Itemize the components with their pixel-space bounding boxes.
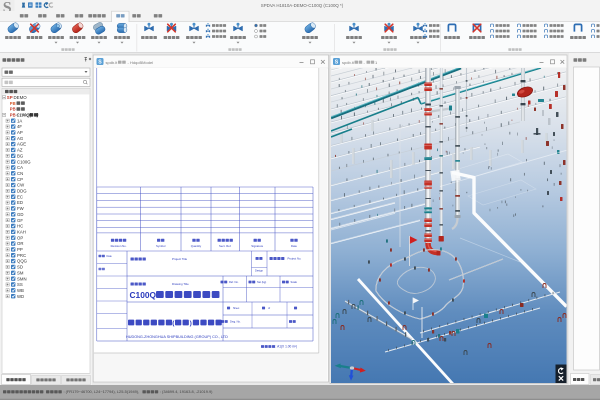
svg-text:): ) (190, 320, 192, 327)
svg-text:Sect. Ref.: Sect. Ref. (219, 244, 232, 248)
svg-text:Date: Date (107, 255, 113, 258)
svg-text:Signature: Signature (251, 244, 263, 248)
svg-text:Revision No.: Revision No. (111, 244, 127, 248)
svg-text:S: S (98, 59, 102, 65)
svg-text:SM: SM (17, 270, 24, 275)
svg-text:- HdqoBModel: - HdqoBModel (128, 60, 154, 65)
svg-text:S: S (335, 59, 339, 65)
svg-text:QQG: QQG (17, 259, 28, 264)
svg-text:4F: 4F (17, 124, 22, 129)
svg-text:of: of (268, 307, 270, 310)
svg-text:C100Q(: C100Q( (17, 112, 32, 117)
svg-text:: A1(X 1.00 m²): : A1(X 1.00 m²) (276, 345, 297, 349)
svg-text:Dwg. No.: Dwg. No. (230, 320, 241, 324)
svg-text:Design: Design (255, 269, 264, 273)
svg-text:OR: OR (17, 241, 23, 246)
svg-text:PB: PB (10, 107, 16, 112)
svg-text:: (FR179~46700, L24~17794), L2: : (FR179~46700, L24~17794), L25-5(1949), (63, 389, 139, 394)
svg-text:C100G: C100G (17, 159, 31, 164)
svg-text:: (34699.4, 19163.8, -21019.9): : (34699.4, 19163.8, -21019.9) (160, 389, 213, 394)
svg-text:Net (kg): Net (kg) (257, 280, 266, 284)
svg-text:Project No.: Project No. (288, 257, 302, 261)
svg-text:KAH: KAH (17, 229, 26, 234)
svg-text:SMN: SMN (17, 276, 27, 281)
svg-text:PRC: PRC (17, 253, 26, 258)
svg-text:Scale: Scale (291, 280, 298, 284)
svg-text:1A: 1A (17, 118, 22, 123)
svg-text:CP: CP (17, 177, 23, 182)
svg-text:AGE: AGE (17, 142, 26, 147)
svg-text:EC: EC (17, 194, 23, 199)
svg-text:PB: PB (10, 113, 16, 118)
svg-text:GF: GF (17, 218, 23, 223)
svg-text:SP: SP (7, 95, 13, 100)
svg-text:Quantity: Quantity (191, 244, 202, 248)
svg-text:DDG: DDG (17, 189, 27, 194)
svg-text:AG: AG (17, 136, 24, 141)
svg-text:BG: BG (17, 153, 24, 158)
svg-text:AP: AP (17, 130, 23, 135)
svg-text:HUDONG-ZHONGHUA SHIPBUILDING (: HUDONG-ZHONGHUA SHIPBUILDING (GROUP) CO.… (126, 335, 228, 339)
svg-text:CW: CW (17, 183, 25, 188)
svg-text:ED: ED (17, 200, 23, 205)
svg-text:SD: SD (17, 265, 23, 270)
svg-text:HC: HC (17, 224, 23, 229)
svg-text:CA: CA (17, 165, 23, 170)
svg-text:WD: WD (17, 294, 24, 299)
svg-text:SPDVA H1810A-DEMO-C100Q (C1: SPDVA H1810A-DEMO-C100Q (C100Q *) (261, 3, 344, 8)
svg-text:CN: CN (17, 171, 23, 176)
svg-text:OP: OP (17, 235, 23, 240)
svg-text:Project Title: Project Title (172, 257, 187, 261)
svg-text:PB: PB (10, 101, 16, 106)
svg-text:GD: GD (17, 212, 23, 217)
svg-text:FW: FW (17, 206, 25, 211)
svg-text:Ref. No.: Ref. No. (229, 280, 239, 284)
svg-text:Symbol: Symbol (156, 244, 166, 248)
svg-text:SS: SS (17, 282, 23, 287)
svg-text:AZ: AZ (17, 148, 23, 153)
svg-text:DEMO: DEMO (14, 95, 28, 100)
svg-text:C100Q: C100Q (130, 290, 157, 300)
svg-text:spdb.lt: spdb.lt (342, 60, 355, 65)
svg-text:spdb.lt: spdb.lt (106, 60, 119, 65)
svg-text:WB: WB (17, 288, 24, 293)
svg-text:Sheet: Sheet (233, 307, 240, 310)
svg-text:Drawing Title: Drawing Title (172, 282, 189, 286)
svg-text:Date: Date (291, 244, 297, 248)
svg-text:PP: PP (17, 247, 23, 252)
